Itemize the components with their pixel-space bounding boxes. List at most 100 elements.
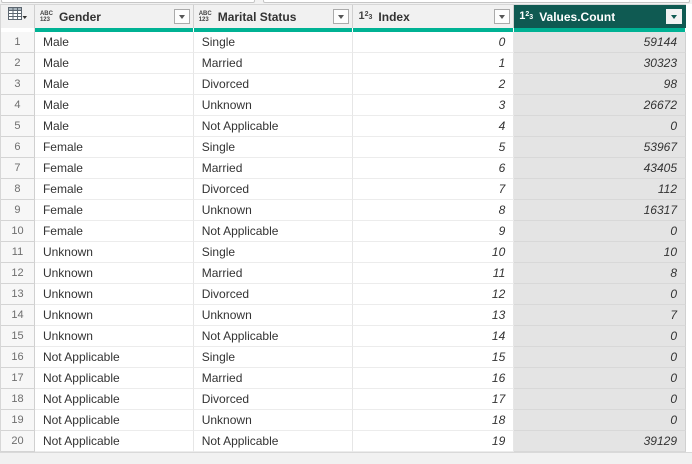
cell-index[interactable]: 18 [353, 410, 515, 431]
filter-button[interactable] [666, 9, 682, 24]
formula-bar-fragment-right[interactable] [263, 0, 690, 3]
column-header-index[interactable]: 123 Index [353, 5, 515, 28]
cell-marital-status[interactable]: Single [193, 347, 354, 368]
cell-gender[interactable]: Unknown [34, 284, 194, 305]
row-number-cell[interactable]: 2 [1, 53, 35, 74]
row-number-cell[interactable]: 5 [1, 116, 35, 137]
cell-marital-status[interactable]: Unknown [193, 305, 354, 326]
cell-values-count[interactable]: 59144 [514, 32, 686, 53]
cell-index[interactable]: 2 [353, 74, 515, 95]
cell-index[interactable]: 3 [353, 95, 515, 116]
cell-gender[interactable]: Male [34, 95, 194, 116]
table-menu-button[interactable] [1, 5, 35, 28]
row-number-cell[interactable]: 12 [1, 263, 35, 284]
cell-gender[interactable]: Female [34, 158, 194, 179]
row-number-cell[interactable]: 13 [1, 284, 35, 305]
cell-gender[interactable]: Female [34, 200, 194, 221]
cell-gender[interactable]: Unknown [34, 326, 194, 347]
formula-bar-fragment-left[interactable] [1, 0, 255, 3]
cell-gender[interactable]: Not Applicable [34, 431, 194, 452]
cell-index[interactable]: 11 [353, 263, 515, 284]
cell-marital-status[interactable]: Divorced [193, 179, 354, 200]
cell-values-count[interactable]: 16317 [514, 200, 686, 221]
cell-index[interactable]: 6 [353, 158, 515, 179]
cell-marital-status[interactable]: Married [193, 368, 354, 389]
row-number-cell[interactable]: 20 [1, 431, 35, 452]
cell-marital-status[interactable]: Single [193, 32, 354, 53]
row-number-cell[interactable]: 1 [1, 32, 35, 53]
row-number-cell[interactable]: 18 [1, 389, 35, 410]
cell-values-count[interactable]: 26672 [514, 95, 686, 116]
row-number-cell[interactable]: 9 [1, 200, 35, 221]
cell-marital-status[interactable]: Not Applicable [193, 431, 354, 452]
cell-index[interactable]: 13 [353, 305, 515, 326]
cell-marital-status[interactable]: Married [193, 263, 354, 284]
row-number-cell[interactable]: 16 [1, 347, 35, 368]
cell-index[interactable]: 15 [353, 347, 515, 368]
cell-index[interactable]: 17 [353, 389, 515, 410]
cell-gender[interactable]: Male [34, 53, 194, 74]
cell-gender[interactable]: Not Applicable [34, 347, 194, 368]
cell-marital-status[interactable]: Divorced [193, 389, 354, 410]
cell-index[interactable]: 8 [353, 200, 515, 221]
cell-marital-status[interactable]: Married [193, 53, 354, 74]
cell-gender[interactable]: Unknown [34, 242, 194, 263]
cell-values-count[interactable]: 0 [514, 326, 686, 347]
cell-index[interactable]: 4 [353, 116, 515, 137]
column-header-marital-status[interactable]: ABC 123 Marital Status [194, 5, 354, 28]
filter-button[interactable] [173, 9, 190, 24]
cell-values-count[interactable]: 0 [514, 389, 686, 410]
cell-index[interactable]: 10 [353, 242, 515, 263]
cell-gender[interactable]: Male [34, 32, 194, 53]
cell-gender[interactable]: Not Applicable [34, 389, 194, 410]
row-number-cell[interactable]: 14 [1, 305, 35, 326]
row-number-cell[interactable]: 15 [1, 326, 35, 347]
filter-button[interactable] [494, 9, 511, 24]
row-number-cell[interactable]: 6 [1, 137, 35, 158]
cell-values-count[interactable]: 0 [514, 347, 686, 368]
cell-index[interactable]: 16 [353, 368, 515, 389]
cell-values-count[interactable]: 0 [514, 368, 686, 389]
cell-marital-status[interactable]: Unknown [193, 410, 354, 431]
cell-marital-status[interactable]: Unknown [193, 200, 354, 221]
row-number-cell[interactable]: 3 [1, 74, 35, 95]
cell-values-count[interactable]: 30323 [514, 53, 686, 74]
row-number-cell[interactable]: 4 [1, 95, 35, 116]
cell-marital-status[interactable]: Married [193, 158, 354, 179]
cell-gender[interactable]: Not Applicable [34, 368, 194, 389]
cell-gender[interactable]: Female [34, 179, 194, 200]
cell-index[interactable]: 12 [353, 284, 515, 305]
cell-marital-status[interactable]: Not Applicable [193, 116, 354, 137]
cell-values-count[interactable]: 0 [514, 410, 686, 431]
cell-gender[interactable]: Not Applicable [34, 410, 194, 431]
cell-index[interactable]: 5 [353, 137, 515, 158]
cell-values-count[interactable]: 10 [514, 242, 686, 263]
cell-values-count[interactable]: 53967 [514, 137, 686, 158]
cell-values-count[interactable]: 43405 [514, 158, 686, 179]
cell-values-count[interactable]: 0 [514, 284, 686, 305]
row-number-cell[interactable]: 11 [1, 242, 35, 263]
cell-gender[interactable]: Female [34, 137, 194, 158]
cell-values-count[interactable]: 0 [514, 116, 686, 137]
cell-gender[interactable]: Male [34, 74, 194, 95]
cell-gender[interactable]: Female [34, 221, 194, 242]
cell-marital-status[interactable]: Single [193, 242, 354, 263]
column-header-gender[interactable]: ABC 123 Gender [35, 5, 194, 28]
cell-values-count[interactable]: 0 [514, 221, 686, 242]
column-header-values-count[interactable]: 123 Values.Count [514, 5, 686, 28]
row-number-cell[interactable]: 19 [1, 410, 35, 431]
cell-marital-status[interactable]: Unknown [193, 95, 354, 116]
cell-gender[interactable]: Unknown [34, 305, 194, 326]
cell-index[interactable]: 7 [353, 179, 515, 200]
cell-marital-status[interactable]: Divorced [193, 74, 354, 95]
filter-button[interactable] [333, 9, 350, 24]
cell-values-count[interactable]: 8 [514, 263, 686, 284]
cell-index[interactable]: 14 [353, 326, 515, 347]
cell-index[interactable]: 0 [353, 32, 515, 53]
cell-gender[interactable]: Unknown [34, 263, 194, 284]
row-number-cell[interactable]: 7 [1, 158, 35, 179]
cell-values-count[interactable]: 39129 [514, 431, 686, 452]
row-number-cell[interactable]: 8 [1, 179, 35, 200]
cell-values-count[interactable]: 98 [514, 74, 686, 95]
cell-index[interactable]: 9 [353, 221, 515, 242]
